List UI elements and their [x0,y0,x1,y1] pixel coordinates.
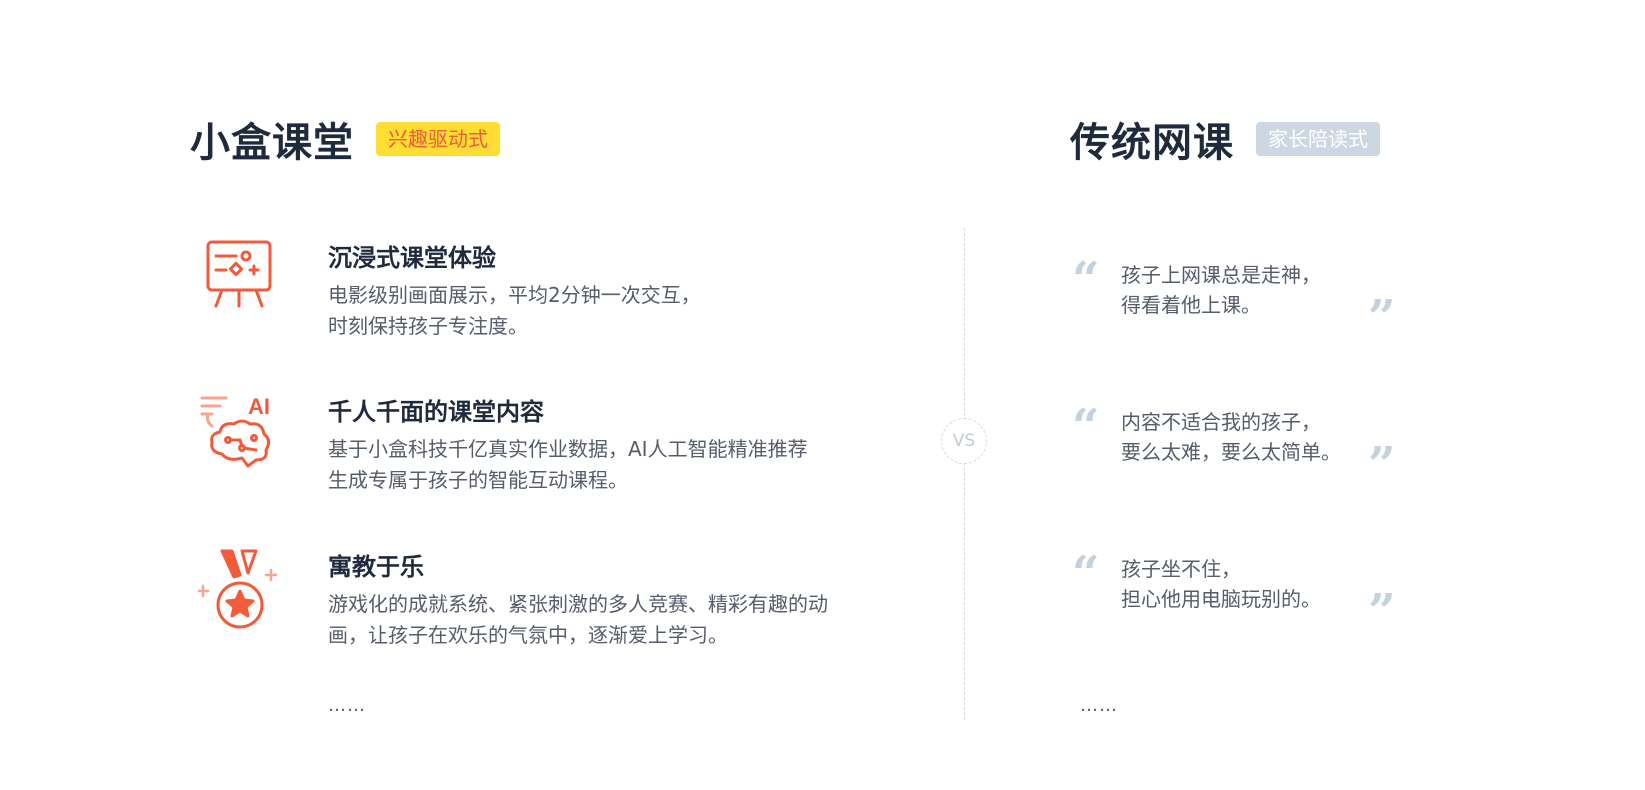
quote-text: 孩子坐不住， 担心他用电脑玩别的。 [1121,554,1381,614]
feature-description: 游戏化的成就系统、紧张刺激的多人竞赛、精彩有趣的动 画，让孩子在欢乐的气氛中，逐… [328,589,898,651]
left-title: 小盒课堂 [190,120,354,166]
ai-brain-icon: AI [198,392,278,482]
feature-description-line: 时刻保持孩子专注度。 [328,314,528,338]
quote-text: 内容不适合我的孩子， 要么太难，要么太简单。 [1121,407,1381,467]
close-quote-icon: ” [1368,437,1396,493]
right-header: 传统网课 家长陪读式 [1070,110,1380,168]
open-quote-icon: “ [1072,252,1100,308]
feature-item: AI 千人千面的课堂内容 基于小盒科技千亿真实作业数据，AI人工智能精准推荐 生… [198,392,898,522]
left-header: 小盒课堂 兴趣驱动式 [190,110,500,168]
feature-description-line: 游戏化的成就系统、紧张刺激的多人竞赛、精彩有趣的动 [328,592,828,616]
feature-description-line: 生成专属于孩子的智能互动课程。 [328,468,628,492]
quote-line: 孩子上网课总是走神， [1121,263,1321,287]
feature-title: 沉浸式课堂体验 [328,244,496,272]
feature-title: 千人千面的课堂内容 [328,398,544,426]
quote-item: “ 孩子坐不住， 担心他用电脑玩别的。 ” [1068,546,1398,636]
vs-badge: VS [941,418,987,464]
feature-item: 沉浸式课堂体验 电影级别画面展示，平均2分钟一次交互， 时刻保持孩子专注度。 [198,238,898,368]
vs-divider [964,228,965,720]
close-quote-icon: ” [1368,290,1396,346]
quote-line: 要么太难，要么太简单。 [1121,440,1341,464]
right-more-ellipsis: …… [1080,695,1118,716]
quote-line: 孩子坐不住， [1121,557,1241,581]
right-title: 传统网课 [1070,120,1234,166]
presentation-board-icon [198,238,278,328]
medal-icon [196,547,278,637]
right-tag: 家长陪读式 [1256,122,1380,156]
feature-description-line: 电影级别画面展示，平均2分钟一次交互， [328,283,701,307]
left-tag: 兴趣驱动式 [376,122,500,156]
feature-description-line: 基于小盒科技千亿真实作业数据，AI人工智能精准推荐 [328,437,808,461]
open-quote-icon: “ [1072,399,1100,455]
left-more-ellipsis: …… [328,695,366,716]
open-quote-icon: “ [1072,546,1100,602]
quote-line: 内容不适合我的孩子， [1121,410,1321,434]
close-quote-icon: ” [1368,584,1396,640]
quote-text: 孩子上网课总是走神， 得看着他上课。 [1121,260,1381,320]
quote-line: 得看着他上课。 [1121,293,1261,317]
svg-text:AI: AI [248,394,270,419]
feature-description-line: 画，让孩子在欢乐的气氛中，逐渐爱上学习。 [328,623,728,647]
feature-description: 电影级别画面展示，平均2分钟一次交互， 时刻保持孩子专注度。 [328,280,898,342]
comparison-section: 小盒课堂 兴趣驱动式 沉浸式课堂体验 电影级别画面展示，平均2分钟一次交互， 时… [0,0,1645,790]
feature-description: 基于小盒科技千亿真实作业数据，AI人工智能精准推荐 生成专属于孩子的智能互动课程… [328,434,898,496]
feature-title: 寓教于乐 [328,553,424,581]
quote-line: 担心他用电脑玩别的。 [1121,587,1321,611]
feature-item: 寓教于乐 游戏化的成就系统、紧张刺激的多人竞赛、精彩有趣的动 画，让孩子在欢乐的… [196,547,898,677]
quote-item: “ 内容不适合我的孩子， 要么太难，要么太简单。 ” [1068,399,1398,489]
quote-item: “ 孩子上网课总是走神， 得看着他上课。 ” [1068,252,1398,342]
